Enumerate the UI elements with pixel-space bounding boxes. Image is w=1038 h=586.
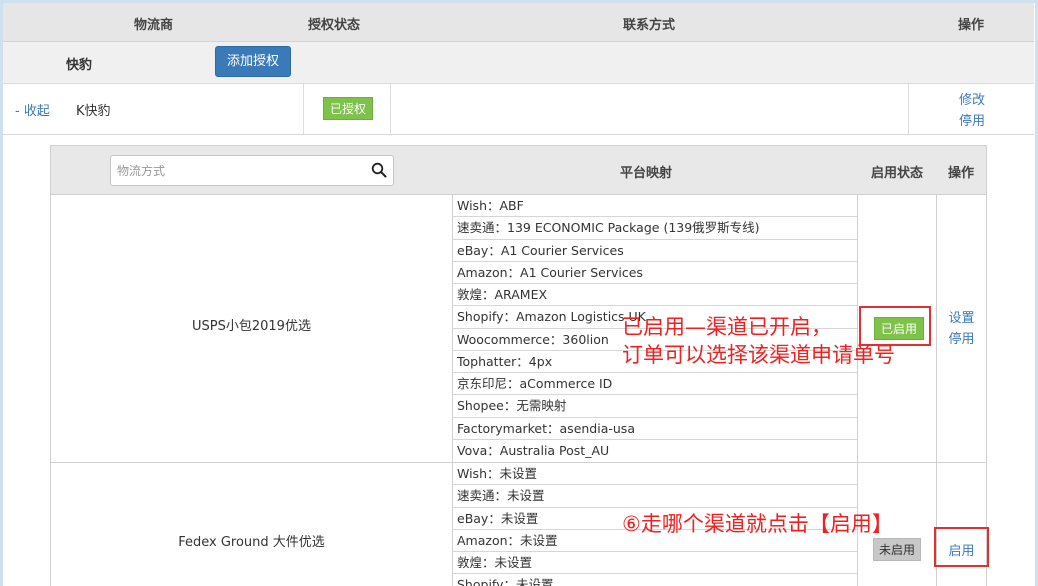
highlight-enabled-box (859, 306, 931, 346)
mapping-item: Vova：Australia Post_AU (457, 442, 610, 458)
collapse-link[interactable]: - 收起 (15, 100, 50, 119)
mapping-item: 敦煌：未设置 (453, 552, 857, 575)
carrier-table-header: 物流商 授权状态 联系方式 操作 (3, 3, 1034, 42)
cell-divider (303, 84, 304, 135)
channel-name: USPS小包2019优选 (192, 319, 311, 334)
not-enabled-badge: 未启用 (873, 538, 922, 561)
mapping-item: eBay：A1 Courier Services (453, 240, 857, 262)
provider-name: 快豹 (66, 58, 93, 73)
account-name: K快豹 (76, 104, 111, 119)
mapping-item: Wish：ABF (453, 195, 857, 218)
settings-link[interactable]: 设置 (937, 307, 986, 326)
channel-table-header: 平台映射 启用状态 操作 (51, 146, 986, 195)
disable-account-link[interactable]: 停用 (959, 110, 985, 129)
channel-op-cell: 设置 停用 (937, 195, 986, 463)
annotation-enabled-line1: 已启用—渠道已开启， (622, 315, 832, 339)
header-operation: 操作 (958, 18, 985, 33)
provider-row: 快豹 添加授权 (3, 42, 1034, 84)
header-contact: 联系方式 (623, 18, 676, 33)
channel-op-cell: 启用 (937, 463, 986, 586)
mapping-item: 京东印尼：aCommerce ID (453, 373, 857, 396)
annotation-enabled-line2: 订单可以选择该渠道申请单号 (622, 343, 895, 367)
search-box (110, 155, 394, 186)
header-channel-operation: 操作 (948, 166, 975, 181)
channel-name: Fedex Ground 大件优选 (178, 535, 325, 550)
channel-row: USPS小包2019优选 Wish：ABF 速卖通：139 ECONOMIC P… (51, 195, 986, 463)
mapping-item: 速卖通：139 ECONOMIC Package (139俄罗斯专线) (453, 217, 857, 240)
search-input[interactable] (111, 156, 361, 185)
header-auth-status: 授权状态 (308, 18, 361, 33)
mapping-item: 速卖通：未设置 (453, 485, 857, 508)
header-platform-mapping: 平台映射 (620, 166, 673, 181)
auth-status-badge: 已授权 (323, 97, 374, 120)
mapping-item: Wish：未设置 (453, 463, 857, 486)
mapping-item: Factorymarket：asendia-usa (453, 418, 857, 440)
edit-account-link[interactable]: 修改 (959, 89, 985, 108)
header-enable-status: 启用状态 (871, 166, 924, 181)
mapping-item: Amazon：A1 Courier Services (453, 262, 857, 284)
search-icon[interactable] (371, 162, 387, 178)
cell-divider (390, 84, 391, 135)
highlight-enable-link-box (934, 527, 989, 567)
disable-channel-link[interactable]: 停用 (937, 328, 986, 347)
mapping-item: 敦煌：ARAMEX (453, 284, 857, 307)
account-row: - 收起 K快豹 已授权 修改 停用 (3, 84, 1034, 135)
mapping-item: Shopify：未设置 (453, 574, 857, 586)
mapping-item: Shopee：无需映射 (453, 395, 857, 418)
annotation-step6: ⑥走哪个渠道就点击【启用】 (622, 512, 893, 536)
header-carrier: 物流商 (134, 18, 174, 33)
cell-divider (908, 84, 909, 135)
add-auth-button[interactable]: 添加授权 (215, 46, 291, 77)
